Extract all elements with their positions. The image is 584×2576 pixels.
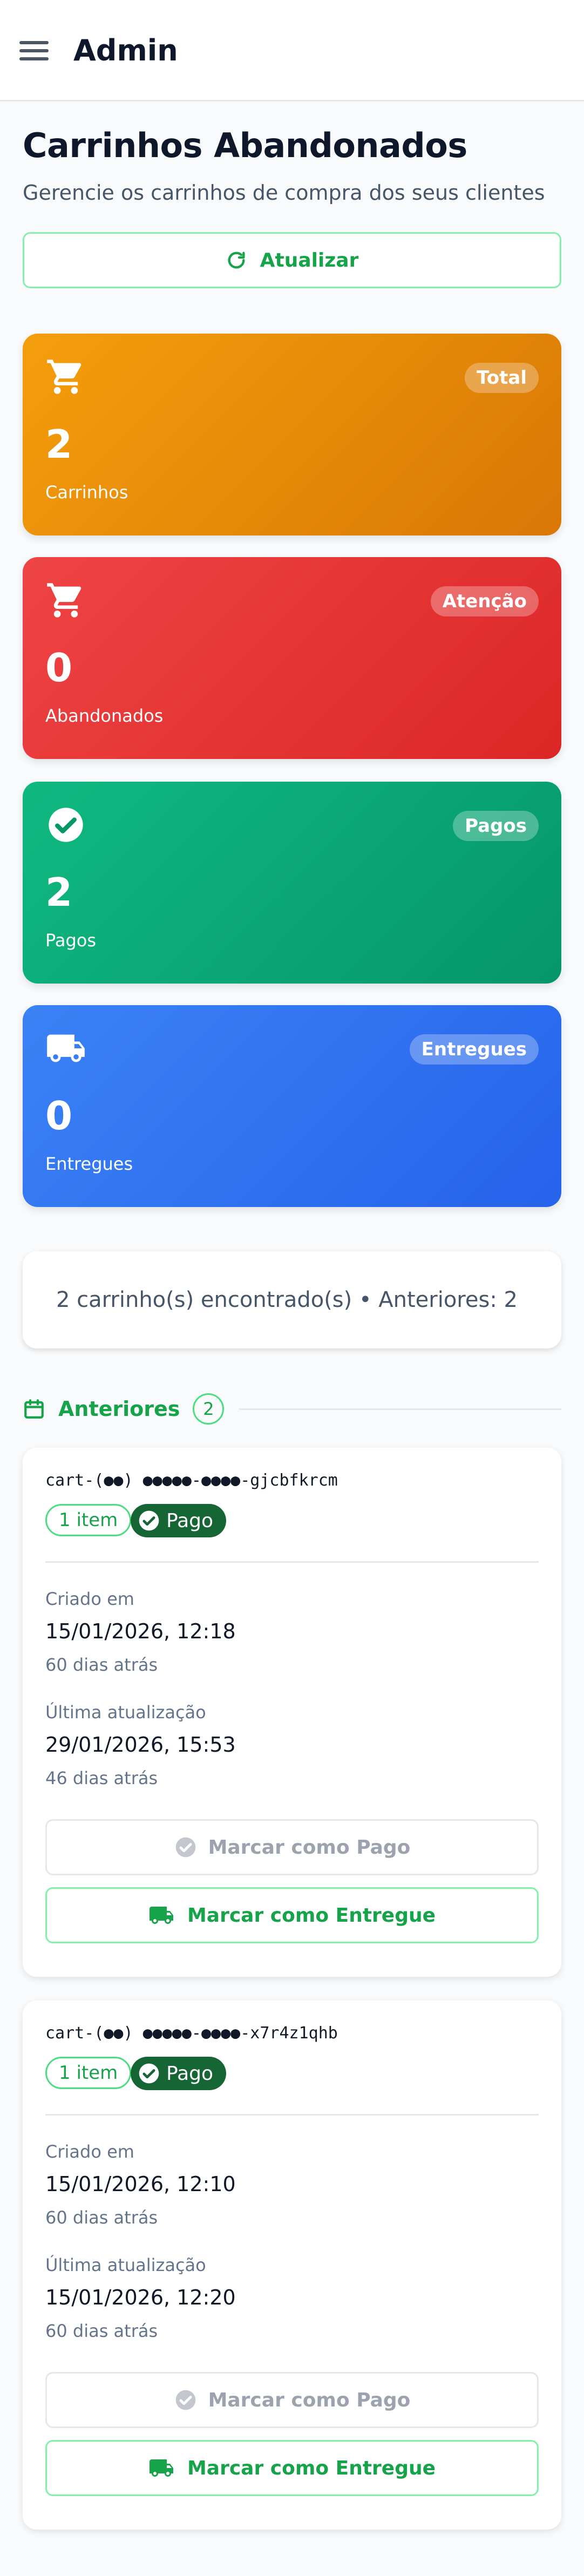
updated-label: Última atualização xyxy=(45,2255,206,2275)
refresh-icon xyxy=(228,252,245,269)
check-circle-icon xyxy=(175,1837,195,1858)
stat-label: Carrinhos xyxy=(45,482,128,503)
section-title: Anteriores xyxy=(58,1397,180,1421)
mark-as-paid-label: Marcar como Pago xyxy=(208,2389,411,2411)
results-summary: 2 carrinho(s) encontrado(s) • Anteriores… xyxy=(23,1251,561,1348)
section-divider xyxy=(239,1408,561,1410)
mark-as-delivered-button[interactable]: Marcar como Entregue xyxy=(45,1887,539,1943)
mark-as-delivered-label: Marcar como Entregue xyxy=(187,2457,436,2479)
section-count-badge: 2 xyxy=(193,1393,225,1425)
updated-label: Última atualização xyxy=(45,1702,206,1723)
stat-card-total: Total 2 Carrinhos xyxy=(23,334,561,535)
top-app-bar: Admin xyxy=(0,0,584,101)
created-relative: 60 dias atrás xyxy=(45,2207,158,2228)
section-header-previous: Anteriores 2 xyxy=(23,1393,561,1425)
cart-card: cart-(●●) ●●●●●-●●●●-x7r4z1qhb 1 item Pa… xyxy=(23,2001,561,2530)
stat-value: 0 xyxy=(45,645,73,690)
stat-card-abandoned: Atenção 0 Abandonados xyxy=(23,557,561,759)
updated-relative: 46 dias atrás xyxy=(45,1768,158,1788)
check-circle-icon xyxy=(49,808,83,842)
created-date: 15/01/2026, 12:10 xyxy=(45,2172,236,2196)
stat-badge: Atenção xyxy=(430,586,539,616)
stat-badge: Total xyxy=(465,363,539,393)
stat-badge: Entregues xyxy=(409,1034,539,1065)
mark-as-paid-label: Marcar como Pago xyxy=(208,1836,411,1859)
mark-as-paid-button[interactable]: Marcar como Pago xyxy=(45,1819,539,1875)
refresh-button[interactable]: Atualizar xyxy=(23,232,561,288)
stat-badge: Pagos xyxy=(453,811,539,841)
truck-icon xyxy=(149,2459,173,2477)
created-label: Criado em xyxy=(45,1589,134,1609)
mark-as-paid-button[interactable]: Marcar como Pago xyxy=(45,2372,539,2428)
stat-value: 2 xyxy=(45,422,73,467)
stat-label: Abandonados xyxy=(45,706,164,726)
items-count-badge: 1 item xyxy=(45,2057,132,2089)
hamburger-menu-icon[interactable] xyxy=(19,41,49,60)
check-circle-icon xyxy=(139,1510,159,1531)
stat-value: 2 xyxy=(45,870,73,915)
status-label: Pago xyxy=(166,2062,214,2085)
mark-as-delivered-label: Marcar como Entregue xyxy=(187,1904,436,1927)
status-badge-paid: Pago xyxy=(131,1504,227,1537)
mark-as-delivered-button[interactable]: Marcar como Entregue xyxy=(45,2440,539,2496)
check-circle-icon xyxy=(175,2390,195,2410)
cart-card: cart-(●●) ●●●●●-●●●●-gjcbfkrcm 1 item Pa… xyxy=(23,1448,561,1977)
created-label: Criado em xyxy=(45,2141,134,2162)
calendar-icon xyxy=(24,1399,44,1419)
cart-icon xyxy=(47,583,82,618)
cart-id: cart-(●●) ●●●●●-●●●●-gjcbfkrcm xyxy=(45,1471,338,1490)
page-title: Carrinhos Abandonados xyxy=(23,126,467,165)
status-label: Pago xyxy=(166,1509,214,1532)
refresh-button-label: Atualizar xyxy=(260,249,359,272)
stat-label: Entregues xyxy=(45,1154,133,1174)
updated-date: 15/01/2026, 12:20 xyxy=(45,2286,236,2309)
divider xyxy=(45,2114,539,2116)
truck-icon xyxy=(149,1907,173,1924)
truck-icon xyxy=(47,1034,85,1062)
status-badge-paid: Pago xyxy=(131,2057,227,2090)
stat-card-delivered: Entregues 0 Entregues xyxy=(23,1005,561,1207)
cart-icon xyxy=(47,360,82,394)
updated-relative: 60 dias atrás xyxy=(45,2321,158,2341)
app-title: Admin xyxy=(73,33,178,67)
items-count-badge: 1 item xyxy=(45,1504,132,1536)
page-subtitle: Gerencie os carrinhos de compra dos seus… xyxy=(23,181,545,205)
stat-value: 0 xyxy=(45,1093,73,1138)
divider xyxy=(45,1561,539,1563)
cart-id: cart-(●●) ●●●●●-●●●●-x7r4z1qhb xyxy=(45,2024,338,2043)
updated-date: 29/01/2026, 15:53 xyxy=(45,1733,236,1757)
stat-card-paid: Pagos 2 Pagos xyxy=(23,782,561,984)
stat-label: Pagos xyxy=(45,930,97,951)
created-date: 15/01/2026, 12:18 xyxy=(45,1619,236,1643)
created-relative: 60 dias atrás xyxy=(45,1655,158,1675)
check-circle-icon xyxy=(139,2063,159,2084)
